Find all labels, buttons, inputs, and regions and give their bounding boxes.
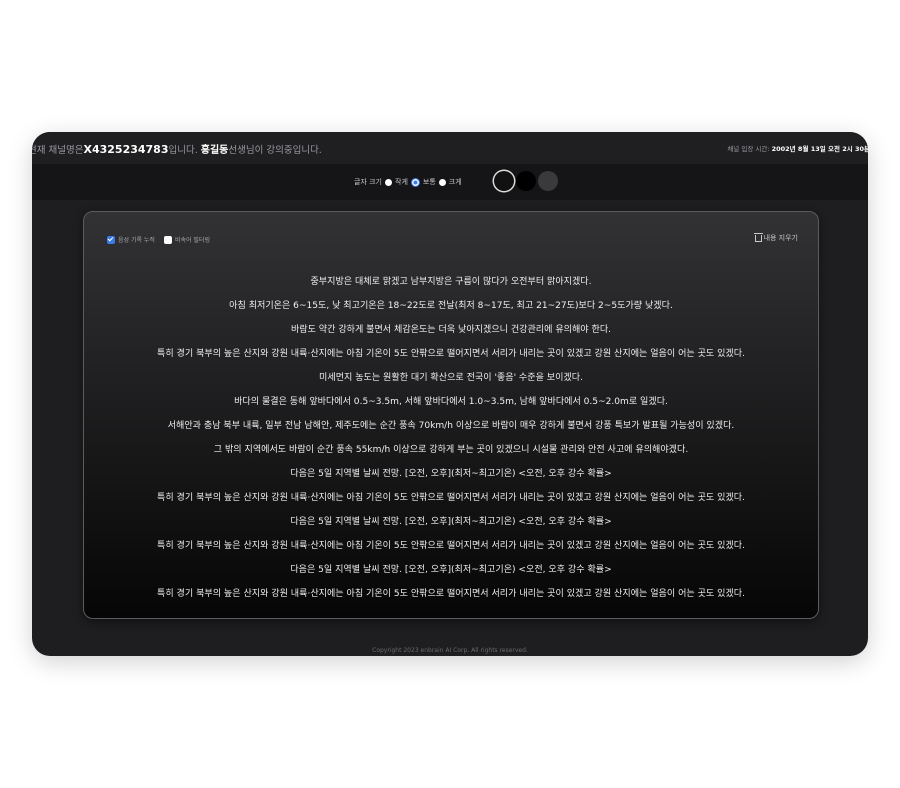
voice-accumulate-checkbox[interactable] [107,235,115,244]
transcript-line: 바람도 약간 강하게 불면서 체감온도는 더욱 낮아지겠으니 건강관리에 유의해… [290,325,612,335]
copyright-footer: Copyright 2023 enbrain AI Corp. All righ… [372,647,528,654]
voice-accumulate-label[interactable]: 음성 기록 누적 [118,235,155,244]
app-window: 현재 채널명은X4325234783입니다. 홍길동선생님이 강의중입니다. 채… [32,132,868,656]
transcript-line: 특히 경기 북부의 높은 산지와 강원 내륙·산지에는 아침 기온이 5도 안팎… [157,349,745,359]
entry-time-label: 채널 입장 시간: [727,145,770,153]
theme-swatches [494,171,558,191]
transcript-line: 그 밖의 지역에서도 바람이 순간 풍속 55km/h 이상으로 강하게 부는 … [213,445,689,455]
transcript-line: 아침 최저기온은 6~15도, 낮 최고기온은 18~22도로 전날(최저 8~… [229,301,673,311]
theme-swatch-1[interactable] [494,171,514,191]
transcript-lines: 중부지방은 대체로 맑겠고 남부지방은 구름이 많다가 오전부터 맑아지겠다. … [84,270,818,606]
transcript-line: 다음은 5일 지역별 날씨 전망. [오전, 오후](최저~최고기온) <오전,… [290,517,612,527]
font-size-large-radio[interactable] [438,178,446,186]
channel-suffix: 입니다. [168,145,198,156]
channel-header: 현재 채널명은X4325234783입니다. 홍길동선생님이 강의중입니다. 채… [32,132,868,164]
font-size-label: 글자 크기 [354,178,382,186]
font-size-medium-radio[interactable] [410,177,420,187]
transcript-line: 중부지방은 대체로 맑겠고 남부지방은 구름이 많다가 오전부터 맑아지겠다. [310,277,592,287]
channel-info: 현재 채널명은X4325234783입니다. 홍길동선생님이 강의중입니다. [32,141,322,156]
transcript-line: 바다의 물결은 동해 앞바다에서 0.5~3.5m, 서해 앞바다에서 1.0~… [234,397,668,407]
trash-icon [753,233,763,242]
entry-time-info: 채널 입장 시간: 2002년 8월 13일 오전 2시 30분 [727,143,868,153]
clear-content-button[interactable]: 내용 지우기 [753,233,798,243]
profanity-filter-checkbox[interactable] [163,235,172,244]
font-size-large-label[interactable]: 크게 [449,177,462,187]
font-size-small-label[interactable]: 작게 [395,177,408,187]
transcript-options: 음성 기록 누적 비속어 필터링 [107,235,210,244]
clear-content-label: 내용 지우기 [763,234,798,242]
transcript-line: 특히 경기 북부의 높은 산지와 강원 내륙·산지에는 아침 기온이 5도 안팎… [157,541,745,551]
font-size-selector: 글자 크기 작게 보통 크게 [354,177,462,187]
font-size-small-radio[interactable] [385,178,392,186]
transcript-line: 특히 경기 북부의 높은 산지와 강원 내륙·산지에는 아침 기온이 5도 안팎… [157,493,745,503]
transcript-line: 다음은 5일 지역별 날씨 전망. [오전, 오후](최저~최고기온) <오전,… [290,469,612,479]
transcript-panel: 음성 기록 누적 비속어 필터링 내용 지우기 중부지방은 대체로 맑겠고 남부… [83,211,819,619]
transcript-line: 미세먼지 농도는 원활한 대기 확산으로 전국이 '좋음' 수준을 보이겠다. [319,373,583,383]
theme-swatch-2[interactable] [516,171,536,191]
channel-id: X4325234783 [83,143,169,156]
profanity-filter-label[interactable]: 비속어 필터링 [175,235,210,244]
channel-prefix: 현재 채널명은 [32,145,84,156]
font-size-medium-label[interactable]: 보통 [423,177,436,187]
transcript-line: 다음은 5일 지역별 날씨 전망. [오전, 오후](최저~최고기온) <오전,… [290,565,612,575]
entry-time-value: 2002년 8월 13일 오전 2시 30분 [771,145,868,153]
theme-swatch-3[interactable] [538,171,558,191]
display-toolbar: 글자 크기 작게 보통 크게 [32,164,868,200]
instructor-suffix: 선생님이 강의중입니다. [228,145,322,156]
instructor-name: 홍길동 [200,145,229,156]
transcript-line: 서해안과 충남 북부 내륙, 일부 전남 남해안, 제주도에는 순간 풍속 70… [167,421,735,431]
transcript-line: 특히 경기 북부의 높은 산지와 강원 내륙·산지에는 아침 기온이 5도 안팎… [157,589,745,599]
